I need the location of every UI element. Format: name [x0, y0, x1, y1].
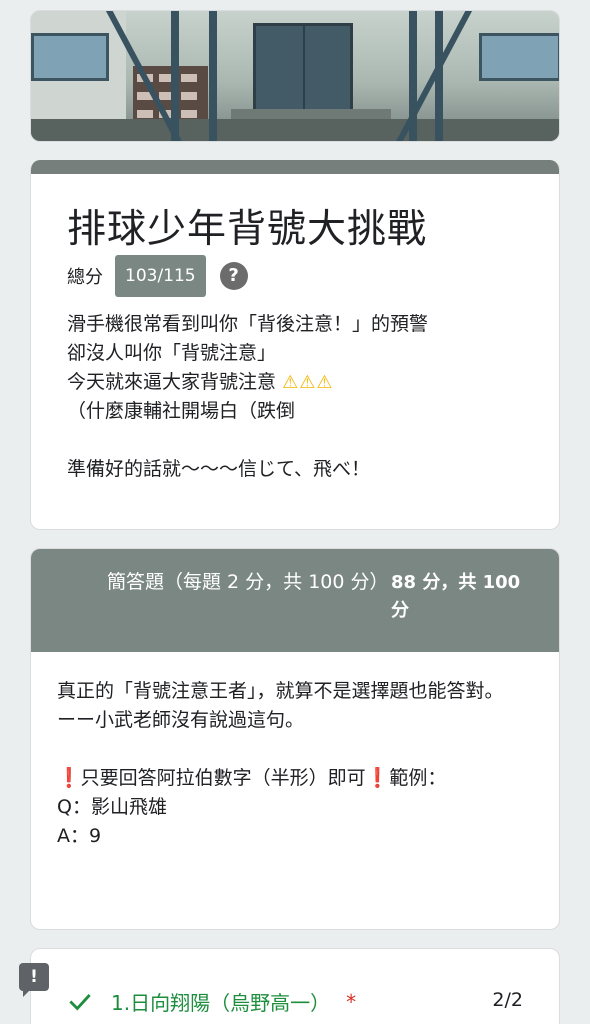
- section-line: ーー小武老師沒有說過這句。: [57, 709, 305, 731]
- section-header: 簡答題（每題 2 分，共 100 分） 88 分，共 100 分: [31, 549, 559, 652]
- section-title: 簡答題（每題 2 分，共 100 分）: [107, 571, 389, 593]
- section-score: 88 分，共 100 分: [391, 572, 521, 621]
- section-line: 真正的「背號注意王者」，就算不是選擇題也能答對。: [57, 680, 504, 702]
- help-icon[interactable]: ?: [219, 262, 248, 290]
- description-line: 今天就來逼大家背號注意 ⚠⚠⚠: [67, 371, 334, 393]
- exclamation-icon: ❗: [57, 767, 81, 789]
- form-title: 排球少年背號大挑戰: [67, 207, 428, 252]
- section-line: [57, 735, 537, 764]
- section-line: Q：影山飛雄: [57, 796, 167, 818]
- description-line: [67, 426, 527, 455]
- section-line: A：9: [57, 825, 102, 847]
- banner-window: [31, 33, 109, 81]
- warning-icon: ⚠⚠⚠: [282, 372, 334, 393]
- question-header: 1.日向翔陽（烏野高一） *: [67, 987, 527, 1016]
- section-description: 真正的「背號注意王者」，就算不是選擇題也能答對。 ーー小武老師沒有說過這句。 ❗…: [57, 677, 537, 851]
- title-card-accent-bar: [31, 160, 559, 174]
- total-score-label: 總分: [67, 267, 103, 288]
- required-asterisk: *: [346, 989, 357, 1014]
- question-title: 1.日向翔陽（烏野高一）: [111, 991, 331, 1015]
- banner-floor: [31, 119, 559, 141]
- section-card: 簡答題（每題 2 分，共 100 分） 88 分，共 100 分 真正的「背號注…: [30, 548, 560, 930]
- form-description: 滑手機很常看到叫你「背後注意！」的預警 卻沒人叫你「背號注意」 今天就來逼大家背…: [67, 310, 527, 484]
- section-line: ❗只要回答阿拉伯數字（半形）即可❗範例：: [57, 767, 447, 789]
- description-line: 卻沒人叫你「背號注意」: [67, 342, 277, 364]
- total-score-row: 總分 103/115 ?: [67, 255, 248, 297]
- report-feedback-icon[interactable]: !: [19, 963, 49, 997]
- correct-check-icon: [69, 993, 91, 1011]
- question-card: 1.日向翔陽（烏野高一） * 2/2: [30, 948, 560, 1024]
- banner-step: [231, 109, 391, 119]
- form-title-card: 排球少年背號大挑戰 總分 103/115 ? 滑手機很常看到叫你「背後注意！」的…: [30, 160, 560, 530]
- exclamation-icon: ❗: [365, 767, 390, 789]
- header-banner-image: [30, 10, 560, 142]
- description-line: （什麼康輔社開場白（跌倒: [67, 400, 296, 422]
- question-points: 2/2: [492, 989, 523, 1011]
- description-line: 滑手機很常看到叫你「背後注意！」的預警: [67, 313, 429, 335]
- total-score-badge: 103/115: [115, 255, 206, 297]
- banner-door: [253, 23, 353, 115]
- description-line: 準備好的話就～～～信じて、飛べ！: [67, 458, 371, 480]
- banner-pillar: [209, 11, 217, 141]
- banner-window: [479, 33, 559, 81]
